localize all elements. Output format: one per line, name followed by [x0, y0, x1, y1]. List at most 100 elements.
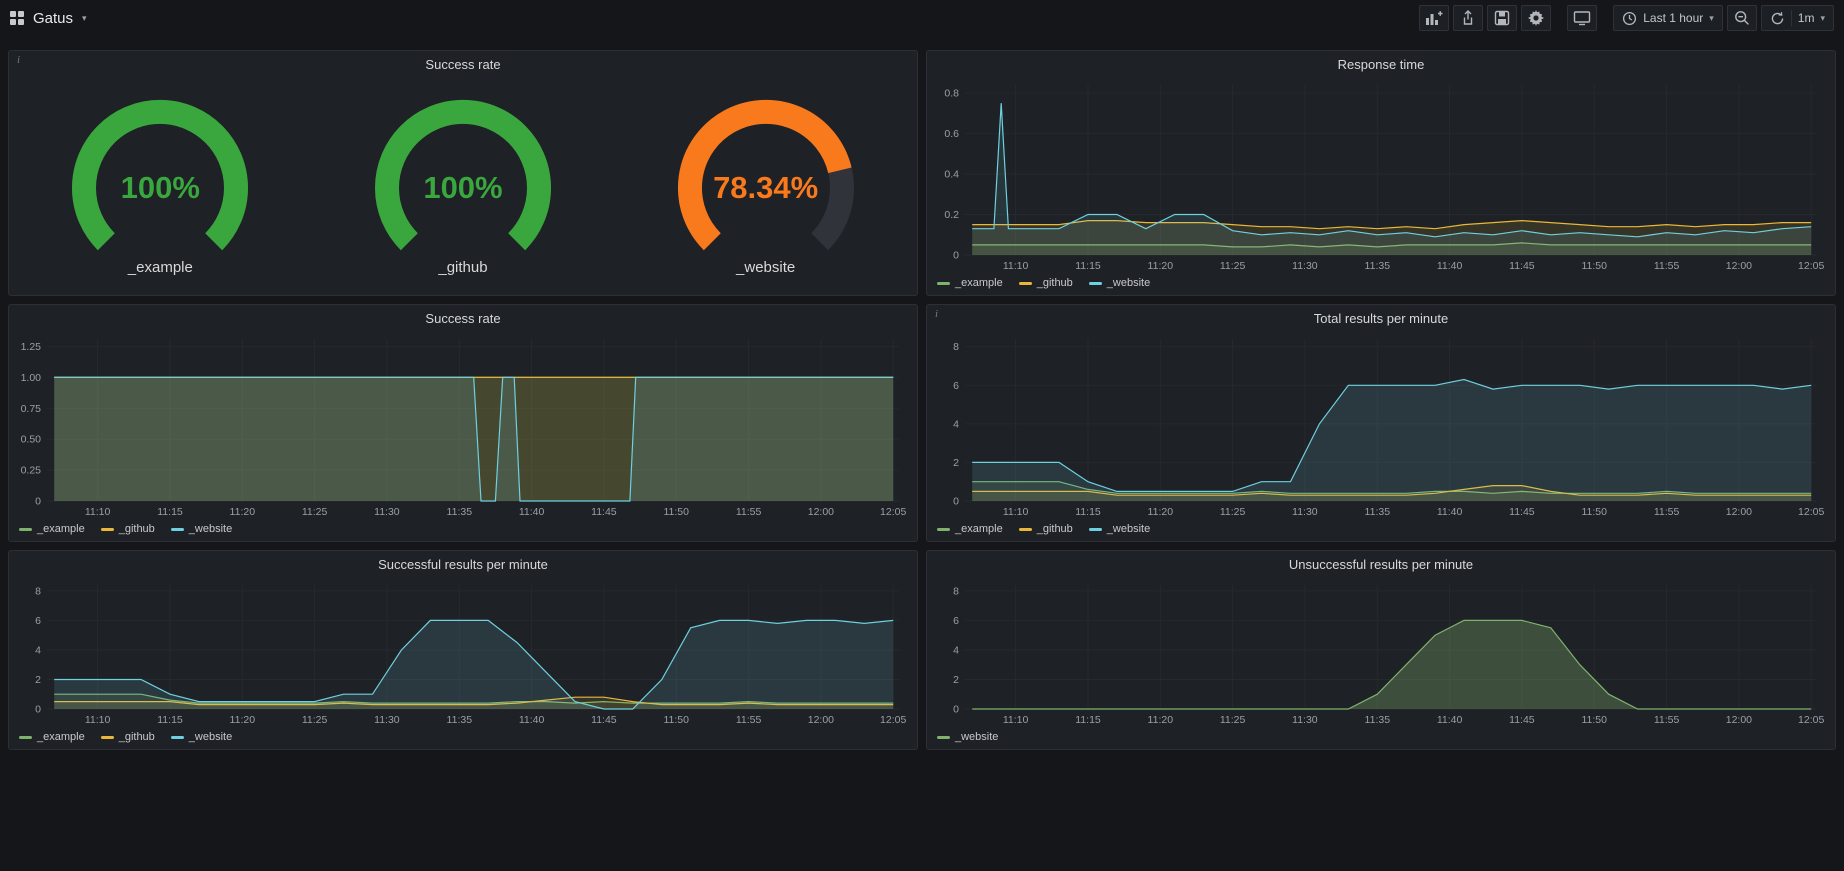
svg-text:8: 8: [35, 585, 41, 597]
svg-text:12:00: 12:00: [1726, 260, 1752, 272]
legend-item-github[interactable]: _github: [1019, 277, 1073, 289]
svg-text:12:05: 12:05: [1798, 506, 1824, 518]
legend-item-github[interactable]: _github: [101, 731, 155, 743]
svg-text:11:50: 11:50: [663, 714, 689, 726]
svg-text:6: 6: [953, 380, 959, 392]
legend-label: _github: [119, 731, 155, 743]
dashboard-grid-icon[interactable]: [10, 11, 24, 25]
svg-text:11:35: 11:35: [1365, 506, 1391, 518]
chevron-down-icon[interactable]: ▾: [82, 14, 87, 23]
successful-results-chart[interactable]: 11:1011:1511:2011:2511:3011:3511:4011:45…: [9, 577, 917, 729]
svg-text:2: 2: [953, 674, 959, 686]
legend: _example _github _website: [927, 521, 1835, 541]
panel-title[interactable]: Success rate: [425, 57, 500, 72]
info-icon[interactable]: i: [17, 54, 20, 66]
legend-swatch: [1089, 282, 1102, 285]
svg-text:0: 0: [953, 250, 959, 262]
gauge-value: 100%: [348, 170, 578, 206]
panel-total-results: i Total results per minute 11:1011:1511:…: [926, 304, 1836, 542]
svg-text:12:00: 12:00: [1726, 714, 1752, 726]
svg-text:11:55: 11:55: [736, 714, 762, 726]
panel-success-rate-graph: Success rate 11:1011:1511:2011:2511:3011…: [8, 304, 918, 542]
svg-text:12:05: 12:05: [1798, 260, 1824, 272]
svg-text:0: 0: [953, 704, 959, 716]
panel-unsuccessful-results: Unsuccessful results per minute 11:10 11:…: [926, 550, 1836, 750]
svg-text:11:30: 11:30: [1292, 506, 1318, 518]
unsuccessful-results-chart[interactable]: 11:1011:1511:2011:2511:3011:3511:4011:45…: [927, 577, 1835, 729]
save-button[interactable]: [1487, 5, 1517, 31]
refresh-picker[interactable]: 1m ▾: [1761, 5, 1834, 31]
svg-text:11:55: 11:55: [1654, 714, 1680, 726]
response-time-chart[interactable]: 11:1011:1511:2011:2511:3011:3511:4011:45…: [927, 77, 1835, 275]
svg-text:11:30: 11:30: [1292, 260, 1318, 272]
svg-text:0: 0: [35, 704, 41, 716]
svg-text:11:30: 11:30: [374, 506, 400, 518]
panel-header: Successful results per minute: [9, 551, 917, 577]
svg-text:12:00: 12:00: [1726, 506, 1752, 518]
gauge-label: _example: [128, 259, 193, 276]
svg-text:11:10: 11:10: [1003, 714, 1029, 726]
legend: _example _github _website: [9, 729, 917, 749]
svg-text:11:10: 11:10: [85, 714, 111, 726]
panel-title[interactable]: Total results per minute: [1314, 311, 1448, 326]
legend-swatch: [101, 736, 114, 739]
legend-item-example[interactable]: _example: [19, 523, 85, 535]
legend-item-github[interactable]: _github: [1019, 523, 1073, 535]
add-panel-button[interactable]: [1419, 5, 1449, 31]
gauge-label: _website: [736, 259, 795, 276]
chevron-down-icon: ▾: [1820, 14, 1825, 23]
panel-header: Success rate: [9, 305, 917, 331]
success-rate-chart[interactable]: 11:1011:1511:2011:2511:3011:3511:4011:45…: [9, 331, 917, 521]
svg-text:11:10: 11:10: [1003, 260, 1029, 272]
svg-text:11:50: 11:50: [663, 506, 689, 518]
legend-label: _github: [119, 523, 155, 535]
dashboard-grid: i Success rate 100% _example 100% _githu…: [0, 36, 1844, 750]
gauge-example[interactable]: 100% _example: [45, 96, 275, 276]
gauge-arc: 78.34%: [651, 96, 881, 256]
svg-text:0.6: 0.6: [944, 128, 959, 140]
legend: _example _github _website: [927, 275, 1835, 295]
svg-text:12:00: 12:00: [808, 506, 834, 518]
legend-item-website[interactable]: _website: [171, 523, 232, 535]
legend-item-example[interactable]: _example: [937, 523, 1003, 535]
svg-text:6: 6: [953, 615, 959, 627]
legend-swatch: [171, 528, 184, 531]
svg-text:11:20: 11:20: [230, 714, 256, 726]
legend-item-example[interactable]: _example: [937, 277, 1003, 289]
gauge-website[interactable]: 78.34% _website: [651, 96, 881, 276]
zoom-out-button[interactable]: [1727, 5, 1757, 31]
legend-item-website[interactable]: _website: [937, 731, 998, 743]
info-icon[interactable]: i: [935, 308, 938, 320]
tv-mode-button[interactable]: [1567, 5, 1597, 31]
dashboard-title[interactable]: Gatus: [33, 10, 73, 27]
gauge-value: 78.34%: [651, 170, 881, 206]
legend-label: _example: [37, 731, 85, 743]
legend-item-website[interactable]: _website: [1089, 277, 1150, 289]
zoom-out-icon: [1734, 10, 1750, 26]
svg-text:11:55: 11:55: [1654, 260, 1680, 272]
svg-text:11:25: 11:25: [1220, 714, 1246, 726]
legend-item-website[interactable]: _website: [1089, 523, 1150, 535]
panel-title[interactable]: Successful results per minute: [378, 557, 548, 572]
panel-title[interactable]: Success rate: [425, 311, 500, 326]
legend-item-example[interactable]: _example: [19, 731, 85, 743]
legend-item-github[interactable]: _github: [101, 523, 155, 535]
legend-item-website[interactable]: _website: [171, 731, 232, 743]
time-range-picker[interactable]: Last 1 hour ▾: [1613, 5, 1723, 31]
svg-text:11:50: 11:50: [1581, 506, 1607, 518]
gauge-github[interactable]: 100% _github: [348, 96, 578, 276]
settings-button[interactable]: [1521, 5, 1551, 31]
panel-title[interactable]: Response time: [1338, 57, 1425, 72]
svg-text:11:15: 11:15: [1075, 506, 1101, 518]
legend-label: _github: [1037, 277, 1073, 289]
svg-text:11:35: 11:35: [447, 506, 473, 518]
panel-title[interactable]: Unsuccessful results per minute: [1289, 557, 1473, 572]
svg-text:11:40: 11:40: [519, 506, 545, 518]
gear-icon: [1528, 10, 1544, 26]
share-button[interactable]: [1453, 5, 1483, 31]
legend-label: _website: [955, 731, 998, 743]
total-results-chart[interactable]: 11:1011:1511:2011:2511:3011:3511:4011:45…: [927, 331, 1835, 521]
svg-text:11:50: 11:50: [1581, 714, 1607, 726]
panel-header: Total results per minute: [927, 305, 1835, 331]
svg-text:12:05: 12:05: [1798, 714, 1824, 726]
